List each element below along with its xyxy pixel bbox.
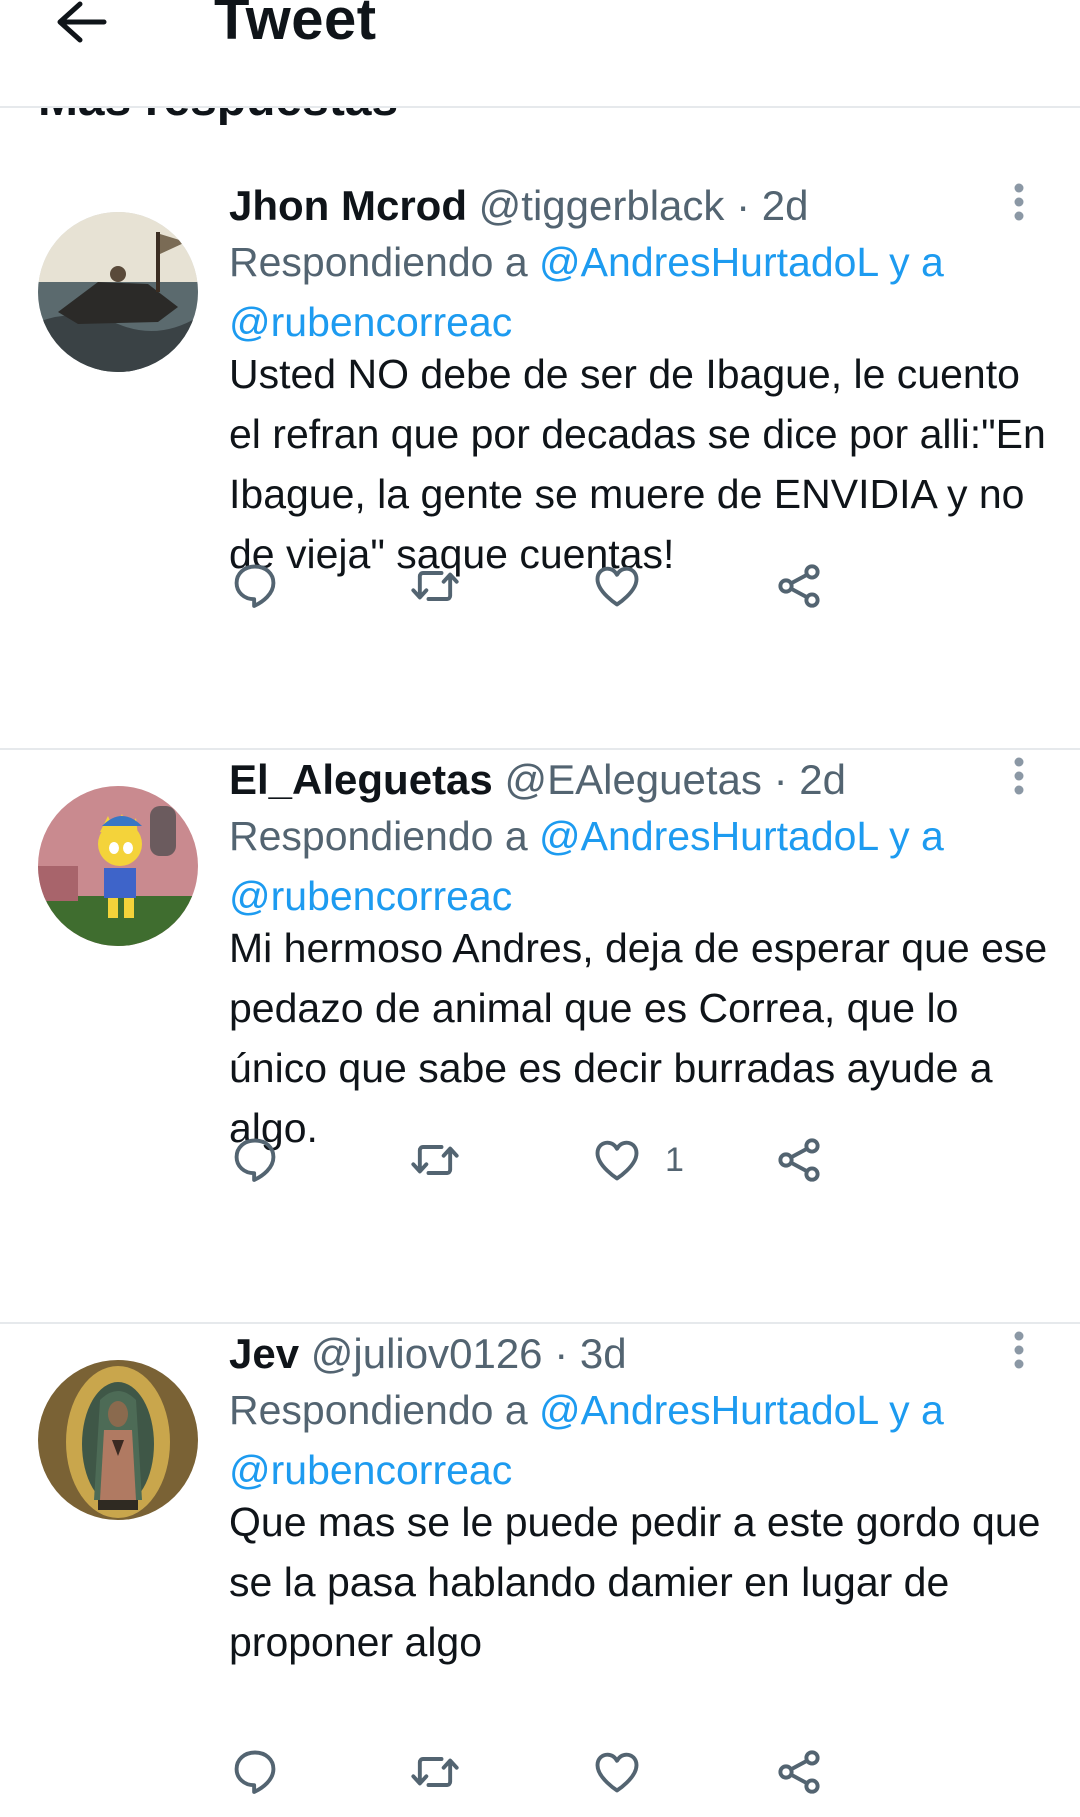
page-title: Tweet [214, 0, 377, 52]
share-icon [778, 1750, 820, 1794]
more-vertical-icon [1014, 757, 1024, 795]
more-options-button[interactable] [1004, 180, 1034, 230]
timestamp[interactable]: 2d [762, 182, 809, 229]
heart-icon [595, 566, 639, 607]
more-options-button[interactable] [1004, 1328, 1034, 1378]
share-icon [778, 1138, 820, 1182]
timestamp[interactable]: 3d [580, 1330, 627, 1377]
author-name[interactable]: Jev [229, 1330, 299, 1377]
mention-link[interactable]: @AndresHurtadoL [539, 1387, 878, 1433]
like-count: 1 [665, 1140, 684, 1179]
back-button[interactable] [52, 0, 112, 50]
mention-joiner[interactable]: y a [889, 813, 944, 859]
like-button[interactable]: 1 [591, 1130, 684, 1190]
author-name[interactable]: El_Aleguetas [229, 756, 493, 803]
avatar[interactable] [38, 1360, 198, 1520]
like-button[interactable] [591, 1742, 665, 1802]
retweet-button[interactable] [409, 1130, 461, 1190]
retweet-icon [411, 571, 459, 601]
replying-to: Respondiendo a @AndresHurtadoL y a @rube… [229, 806, 1049, 926]
separator-dot: · [736, 182, 751, 229]
share-icon [778, 564, 820, 608]
reply-icon [234, 1138, 276, 1182]
mention-joiner[interactable]: y a [889, 239, 944, 285]
separator-dot: · [554, 1330, 569, 1377]
top-bar: Tweet [0, 0, 1080, 108]
reply-button[interactable] [229, 1130, 281, 1190]
retweet-button[interactable] [409, 556, 461, 616]
mention-link[interactable]: @rubencorreac [229, 873, 512, 919]
retweet-button[interactable] [409, 1742, 461, 1802]
author-handle[interactable]: @juliov0126 [311, 1330, 543, 1377]
share-button[interactable] [773, 1742, 825, 1802]
author-handle[interactable]: @tiggerblack [479, 182, 725, 229]
tweet-actions: 1 [229, 1130, 1049, 1190]
replying-to: Respondiendo a @AndresHurtadoL y a @rube… [229, 232, 1049, 352]
retweet-icon [411, 1757, 459, 1787]
replying-prefix: Respondiendo a [229, 1387, 528, 1433]
tweet-text: Que mas se le puede pedir a este gordo q… [229, 1499, 1041, 1665]
mention-link[interactable]: @rubencorreac [229, 299, 512, 345]
more-vertical-icon [1014, 1331, 1024, 1369]
mention-joiner[interactable]: y a [889, 1387, 944, 1433]
like-button[interactable] [591, 556, 665, 616]
tweet-header: Jhon Mcrod @tiggerblack · 2d [229, 176, 808, 236]
tweet-text: Usted NO debe de ser de Ibague, le cuent… [229, 351, 1046, 577]
reply-tweet[interactable]: Jhon Mcrod @tiggerblack · 2d Respondiend… [0, 176, 1080, 750]
tweet-header: El_Aleguetas @EAleguetas · 2d [229, 750, 846, 810]
replying-prefix: Respondiendo a [229, 239, 528, 285]
mention-link[interactable]: @AndresHurtadoL [539, 239, 878, 285]
mention-link[interactable]: @rubencorreac [229, 1447, 512, 1493]
tweet-actions [229, 556, 1049, 616]
reply-button[interactable] [229, 556, 281, 616]
avatar[interactable] [38, 212, 198, 372]
reply-button[interactable] [229, 1742, 281, 1802]
heart-icon [595, 1752, 639, 1793]
more-options-button[interactable] [1004, 754, 1034, 804]
share-button[interactable] [773, 556, 825, 616]
replying-prefix: Respondiendo a [229, 813, 528, 859]
share-button[interactable] [773, 1130, 825, 1190]
reply-tweet[interactable]: Jev @juliov0126 · 3d Respondiendo a @And… [0, 1324, 1080, 1817]
reply-icon [234, 1750, 276, 1794]
heart-icon [595, 1140, 639, 1181]
reply-tweet[interactable]: El_Aleguetas @EAleguetas · 2d Respondien… [0, 750, 1080, 1324]
author-name[interactable]: Jhon Mcrod [229, 182, 467, 229]
avatar[interactable] [38, 786, 198, 946]
arrow-left-icon [57, 1, 107, 43]
tweet-actions [229, 1742, 1049, 1802]
tweet-header: Jev @juliov0126 · 3d [229, 1324, 627, 1384]
tweet-text: Mi hermoso Andres, deja de esperar que e… [229, 925, 1048, 1151]
mention-link[interactable]: @AndresHurtadoL [539, 813, 878, 859]
reply-icon [234, 564, 276, 608]
timestamp[interactable]: 2d [799, 756, 846, 803]
separator-dot: · [773, 756, 788, 803]
more-vertical-icon [1014, 183, 1024, 221]
author-handle[interactable]: @EAleguetas [504, 756, 761, 803]
replying-to: Respondiendo a @AndresHurtadoL y a @rube… [229, 1380, 1049, 1500]
retweet-icon [411, 1145, 459, 1175]
